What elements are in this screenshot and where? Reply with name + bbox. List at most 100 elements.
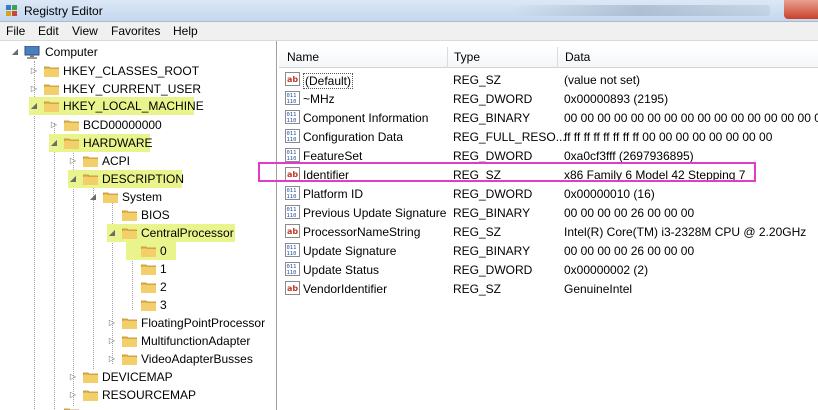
column-header-type[interactable]: Type <box>454 50 480 64</box>
value-data: ff ff ff ff ff ff ff ff 00 00 00 00 00 0… <box>564 130 773 144</box>
window-title: Registry Editor <box>24 4 103 18</box>
expand-arrow-icon[interactable]: ▷ <box>68 368 78 386</box>
collapse-arrow-icon[interactable]: ◢ <box>68 170 78 188</box>
tree-node-partial[interactable] <box>0 404 270 410</box>
column-header-name[interactable]: Name <box>287 50 319 64</box>
value-data: GenuineIntel <box>564 282 633 296</box>
folder-icon <box>122 210 137 221</box>
tree-node-cpu-2[interactable]: 2 <box>0 278 270 296</box>
collapse-arrow-icon[interactable]: ◢ <box>88 188 98 206</box>
tree-node-hklm[interactable]: ◢ HKEY_LOCAL_MACHINE <box>29 97 204 115</box>
tree-node-hardware[interactable]: ◢ HARDWARE <box>49 134 153 152</box>
table-row[interactable]: 011 110 Configuration Data REG_FULL_RESO...… <box>279 127 818 146</box>
tree-node-video-adapter-busses[interactable]: ▷ VideoAdapterBusses <box>0 350 270 368</box>
tree-label: BCD00000000 <box>83 118 162 132</box>
menu-bar: File Edit View Favorites Help <box>0 22 818 41</box>
value-name: ProcessorNameString <box>303 225 421 239</box>
value-name: Update Status <box>303 263 380 277</box>
expand-arrow-icon[interactable]: ▷ <box>107 314 117 332</box>
binary-value-icon: 011 110 <box>285 129 300 143</box>
tree-node-resourcemap[interactable]: ▷ RESOURCEMAP <box>0 386 270 404</box>
tree-node-multifunction-adapter[interactable]: ▷ MultifunctionAdapter <box>0 332 270 350</box>
tree-node-computer[interactable]: ◢ Computer <box>0 43 270 61</box>
close-button[interactable] <box>784 0 818 19</box>
annotation-highlight-box <box>258 162 756 182</box>
tree-label: 0 <box>160 244 167 258</box>
table-row[interactable]: 011 110 Platform ID REG_DWORD 0x00000010 (16… <box>279 184 818 203</box>
tree-node-cpu-1[interactable]: 1 <box>0 260 270 278</box>
tree-node-hkcr[interactable]: ▷ HKEY_CLASSES_ROOT <box>0 62 270 80</box>
svg-text:110: 110 <box>287 194 297 200</box>
menu-edit[interactable]: Edit <box>38 24 59 38</box>
value-data: (value not set) <box>564 73 641 87</box>
tree-node-bcd[interactable]: ▷ BCD00000000 <box>0 116 270 134</box>
table-row[interactable]: 011 110 Update Status REG_DWORD 0x00000002 (… <box>279 260 818 279</box>
tree-node-central-processor[interactable]: ◢ CentralProcessor <box>107 224 235 242</box>
tree-node-cpu-3[interactable]: 3 <box>0 296 270 314</box>
collapse-arrow-icon[interactable]: ◢ <box>10 43 20 61</box>
folder-icon <box>141 300 156 311</box>
binary-value-icon: 011 110 <box>285 148 300 162</box>
value-type: REG_BINARY <box>453 244 531 258</box>
tree-label: 3 <box>160 298 167 312</box>
tree-label: ACPI <box>102 154 131 168</box>
svg-text:ab: ab <box>287 284 298 293</box>
value-name: FeatureSet <box>303 149 363 163</box>
table-row[interactable]: 011 110 Component Information REG_BINARY 00 … <box>279 108 818 127</box>
tree-label: Computer <box>45 45 98 59</box>
svg-text:110: 110 <box>287 137 297 143</box>
registry-tree[interactable]: ◢ Computer ▷ HKEY_CLASSES_ROOT ▷ HKEY_CU… <box>0 41 277 410</box>
binary-value-icon: 011 110 <box>285 243 300 257</box>
tree-node-system[interactable]: ◢ System <box>0 188 270 206</box>
table-row[interactable]: ab ProcessorNameString REG_SZ Intel(R) Core… <box>279 222 818 241</box>
collapse-arrow-icon[interactable]: ◢ <box>107 224 117 242</box>
svg-text:110: 110 <box>287 118 297 124</box>
value-type: REG_DWORD <box>453 263 533 277</box>
title-bar: Registry Editor <box>0 0 818 22</box>
blurred-title-area <box>510 5 770 16</box>
folder-icon <box>44 84 59 95</box>
table-row[interactable]: 011 110 ~MHz REG_DWORD 0x00000893 (2195) <box>279 89 818 108</box>
expand-arrow-icon[interactable]: ▷ <box>107 332 117 350</box>
menu-view[interactable]: View <box>72 24 98 38</box>
value-data: 00 00 00 00 26 00 00 00 <box>564 206 695 220</box>
value-data: 0x00000893 (2195) <box>564 92 669 106</box>
values-list[interactable]: Name Type Data ab (Default) REG_SZ (value n… <box>279 41 818 410</box>
value-name: Configuration Data <box>303 130 404 144</box>
folder-icon <box>64 120 79 131</box>
collapse-arrow-icon[interactable]: ◢ <box>29 97 39 115</box>
tree-node-hkcu[interactable]: ▷ HKEY_CURRENT_USER <box>0 80 270 98</box>
collapse-arrow-icon[interactable]: ◢ <box>49 134 59 152</box>
folder-icon <box>122 318 137 329</box>
column-header-data[interactable]: Data <box>565 50 590 64</box>
folder-icon <box>103 192 118 203</box>
svg-text:110: 110 <box>287 99 297 105</box>
expand-arrow-icon[interactable]: ▷ <box>68 386 78 404</box>
tree-node-floating-point-processor[interactable]: ▷ FloatingPointProcessor <box>0 314 270 332</box>
value-name: Update Signature <box>303 244 397 258</box>
expand-arrow-icon[interactable]: ▷ <box>68 152 78 170</box>
tree-node-acpi[interactable]: ▷ ACPI <box>0 152 270 170</box>
menu-favorites[interactable]: Favorites <box>111 24 160 38</box>
table-row[interactable]: 011 110 Previous Update Signature REG_BINAR… <box>279 203 818 222</box>
value-type: REG_BINARY <box>453 111 531 125</box>
expand-arrow-icon[interactable]: ▷ <box>29 80 39 98</box>
table-row[interactable]: ab VendorIdentifier REG_SZ GenuineIntel <box>279 279 818 298</box>
tree-node-bios[interactable]: BIOS <box>0 206 270 224</box>
tree-node-cpu-0[interactable]: 0 <box>126 242 176 260</box>
menu-file[interactable]: File <box>6 24 25 38</box>
svg-text:ab: ab <box>287 227 298 236</box>
folder-icon <box>122 336 137 347</box>
tree-node-devicemap[interactable]: ▷ DEVICEMAP <box>0 368 270 386</box>
expand-arrow-icon[interactable]: ▷ <box>49 116 59 134</box>
tree-label: DEVICEMAP <box>102 370 173 384</box>
tree-node-description[interactable]: ◢ DESCRIPTION <box>68 170 184 188</box>
folder-icon <box>83 174 98 185</box>
menu-help[interactable]: Help <box>173 24 198 38</box>
value-data: 00 00 00 00 26 00 00 00 <box>564 244 695 258</box>
string-value-icon: ab <box>285 281 300 295</box>
table-row[interactable]: ab (Default) REG_SZ (value not set) <box>279 70 818 89</box>
expand-arrow-icon[interactable]: ▷ <box>107 350 117 368</box>
table-row[interactable]: 011 110 Update Signature REG_BINARY 00 00 00… <box>279 241 818 260</box>
expand-arrow-icon[interactable]: ▷ <box>29 62 39 80</box>
